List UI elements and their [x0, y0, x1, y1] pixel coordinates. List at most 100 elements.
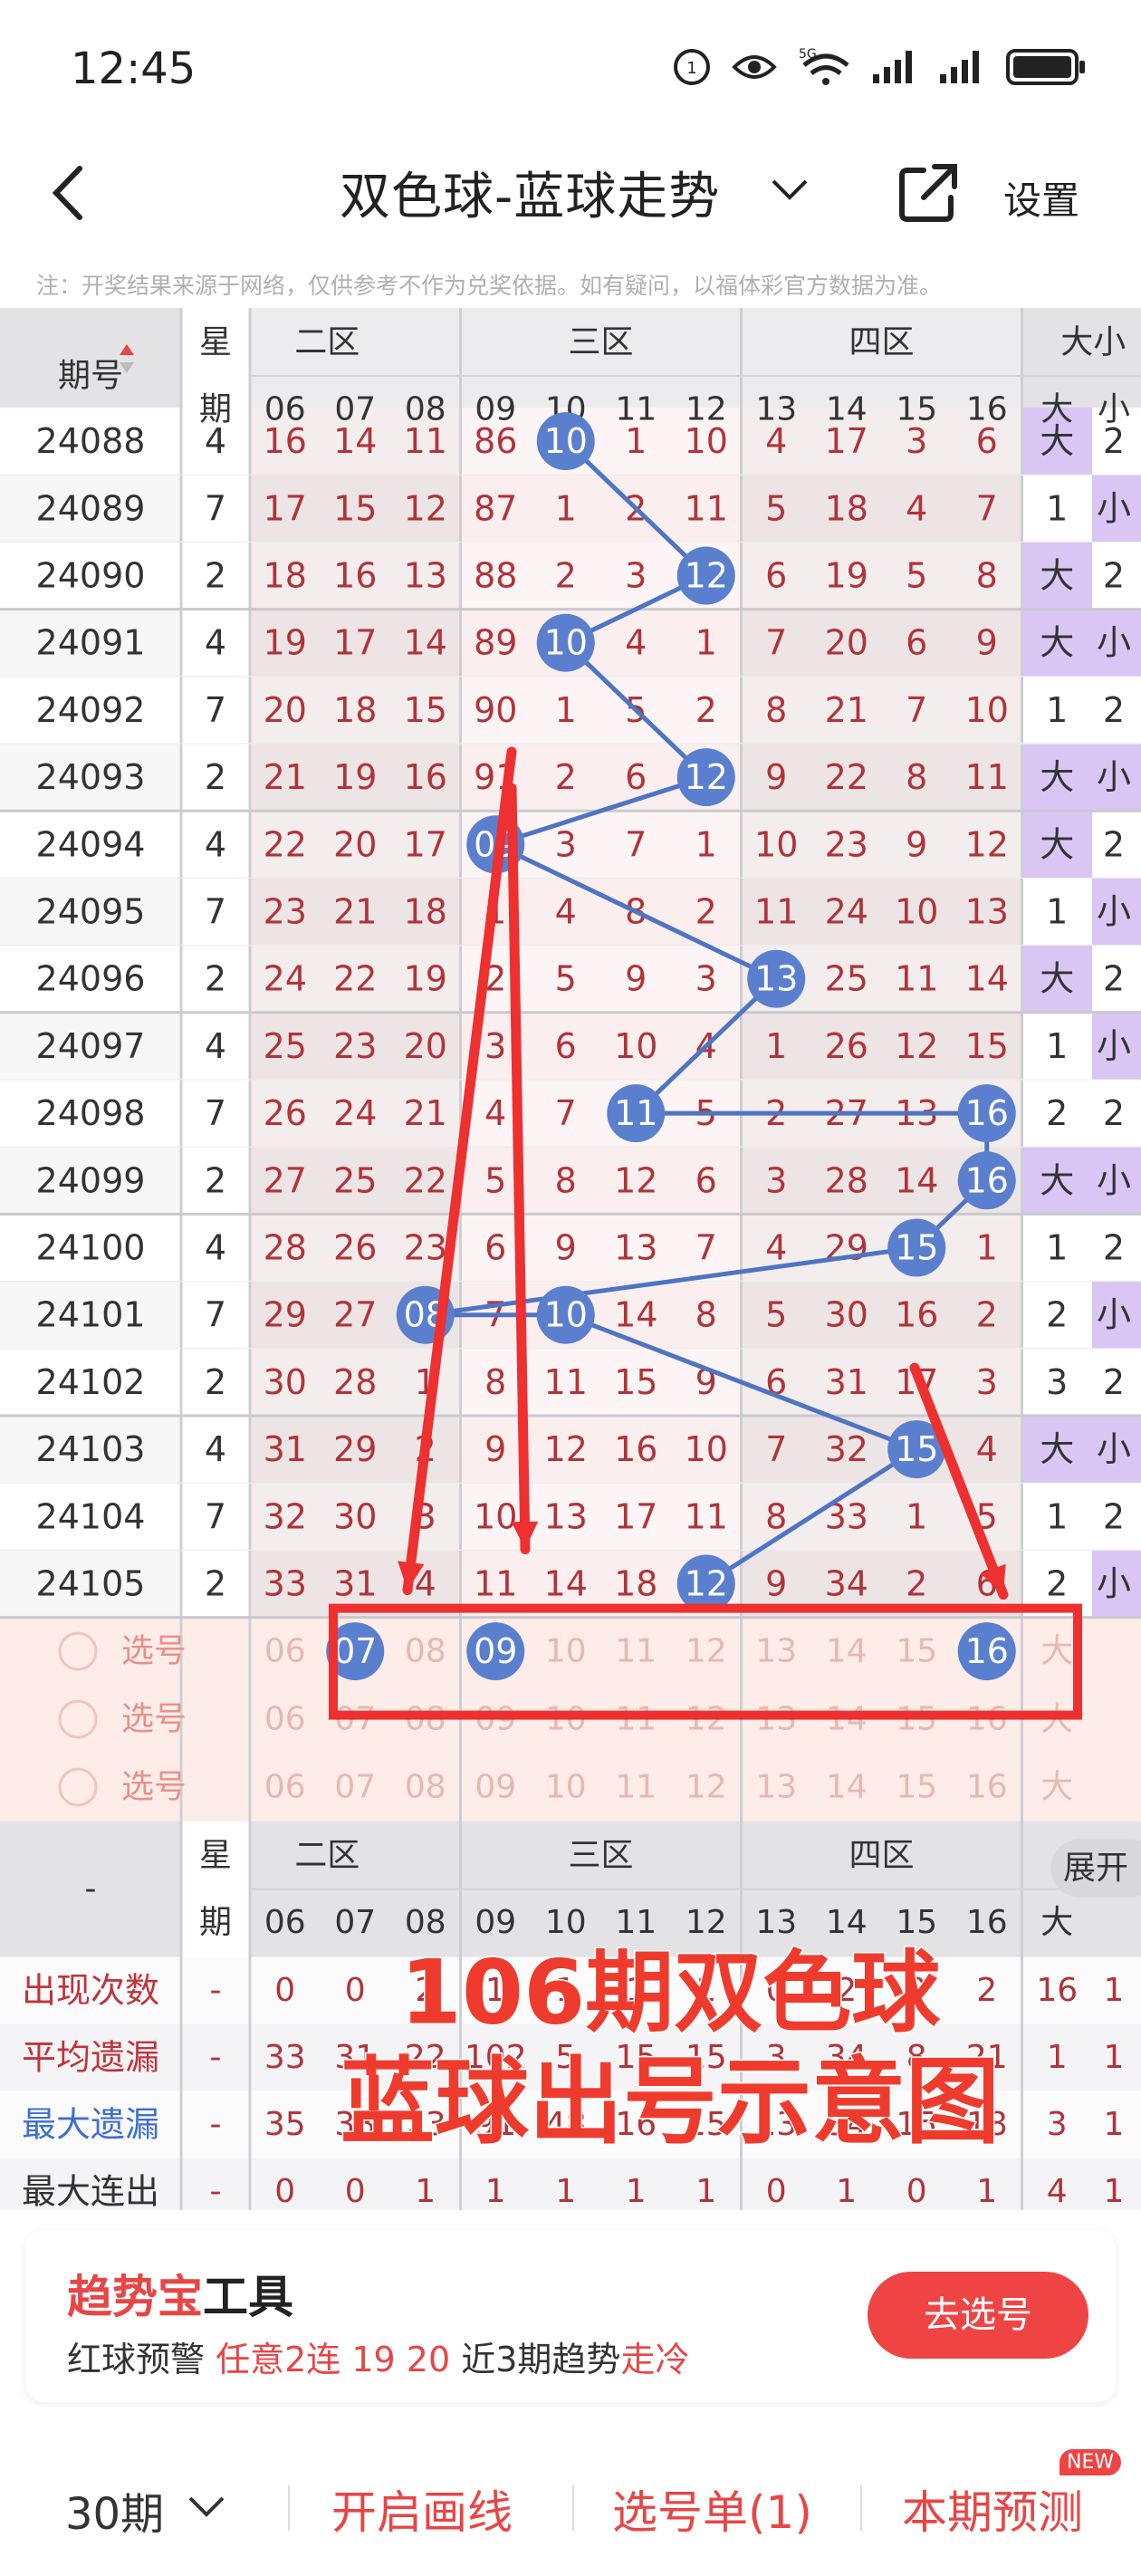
miss-count: 19: [333, 757, 377, 797]
miss-count: 11: [544, 1362, 588, 1402]
miss-count: 5: [555, 959, 577, 999]
select-number[interactable]: 06: [264, 1701, 306, 1738]
miss-count: 10: [614, 1026, 657, 1066]
select-number[interactable]: 15: [896, 1633, 937, 1670]
miss-count: 16: [333, 556, 377, 596]
prediction-button[interactable]: 本期预测: [902, 2476, 1083, 2542]
blue-ball-trend-chart[interactable]: 期号星期二区 三区 四区 大小06 07 08 09 10 11 12 13 14 15 16 大小2408…: [0, 308, 1141, 2210]
blue-ball: 11: [607, 1084, 666, 1143]
select-number[interactable]: 16: [966, 1769, 1008, 1806]
miss-count: 18: [404, 892, 447, 932]
select-number[interactable]: 10: [545, 1769, 587, 1806]
miss-count: 18: [614, 1564, 657, 1604]
period-selector[interactable]: 30期: [65, 2478, 164, 2542]
share-icon[interactable]: [896, 161, 960, 225]
miss-count: 6: [484, 1228, 506, 1268]
issue-number: 24088: [36, 421, 146, 461]
selection-list-button[interactable]: 选号单(1): [612, 2476, 812, 2542]
miss-count: 89: [474, 623, 517, 663]
issue-number: 24090: [36, 556, 146, 596]
week-day: 7: [205, 1093, 226, 1133]
miss-count: 11: [685, 488, 728, 528]
week-day: 4: [205, 1026, 226, 1066]
select-number[interactable]: 14: [826, 1633, 868, 1670]
select-number[interactable]: 06: [264, 1769, 306, 1806]
miss-count: 8: [555, 1160, 577, 1200]
select-size-big: 大: [1040, 1633, 1073, 1670]
miss-count: 29: [264, 1295, 307, 1335]
miss-count: 5: [906, 556, 927, 596]
period-chevron-icon[interactable]: [187, 2493, 226, 2520]
select-number[interactable]: 11: [615, 1633, 657, 1670]
miss-count: 6: [695, 1160, 717, 1200]
issue-number: 24099: [36, 1160, 146, 1200]
miss-count: 12: [404, 488, 447, 528]
week-day: 7: [205, 1496, 226, 1536]
week-day: 2: [205, 1160, 226, 1200]
select-number[interactable]: 07: [334, 1769, 376, 1806]
issue-number: 24097: [36, 1026, 146, 1066]
stats-value: 1: [836, 2173, 857, 2210]
stats-column-header: 15: [896, 1904, 937, 1941]
zone-header: 四区: [849, 324, 914, 361]
size-small-cell: 2: [1103, 1093, 1125, 1133]
expand-button[interactable]: 展开: [1050, 1839, 1141, 1898]
size-small-cell: 2: [1103, 421, 1125, 461]
draw-line-button[interactable]: 开启画线: [331, 2476, 513, 2542]
page-title[interactable]: 双色球-蓝球走势: [340, 156, 720, 229]
miss-count: 18: [825, 488, 868, 528]
miss-count: 30: [264, 1362, 307, 1402]
size-small-cell: 小: [1097, 1295, 1131, 1335]
select-number[interactable]: 10: [545, 1633, 587, 1670]
select-number[interactable]: 13: [755, 1769, 797, 1806]
miss-count: 14: [965, 959, 1009, 999]
miss-count: 24: [825, 892, 868, 932]
stats-value: 0: [274, 2173, 295, 2210]
stats-size-big: 16: [1036, 1972, 1078, 2009]
issue-number: 24104: [36, 1496, 146, 1536]
select-number[interactable]: 12: [686, 1769, 727, 1806]
select-number[interactable]: 08: [405, 1769, 446, 1806]
miss-count: 17: [825, 421, 868, 461]
miss-count: 7: [765, 1429, 787, 1469]
miss-count: 10: [754, 824, 798, 864]
nav-bar: 双色球-蓝球走势 设置: [0, 136, 1141, 254]
miss-count: 10: [965, 690, 1009, 730]
miss-count: 22: [825, 757, 868, 797]
stats-column-header: 11: [615, 1904, 657, 1941]
size-cell: 1: [1046, 488, 1068, 528]
chevron-down-icon[interactable]: [770, 176, 810, 203]
miss-count: 13: [544, 1496, 588, 1536]
miss-count: 1: [906, 1496, 927, 1536]
picked-ball-number: 07: [333, 1631, 377, 1671]
select-number[interactable]: 14: [826, 1769, 868, 1806]
miss-count: 12: [614, 1160, 657, 1200]
size-cell: 大: [1040, 1160, 1074, 1200]
blue-ball-number: 11: [614, 1093, 657, 1133]
stats-value: 35: [264, 2106, 306, 2143]
select-number[interactable]: 11: [615, 1769, 657, 1806]
size-small-cell: 小: [1097, 488, 1131, 528]
back-arrow-icon[interactable]: [43, 161, 98, 225]
select-number[interactable]: 15: [896, 1769, 937, 1806]
miss-count: 3: [484, 1026, 506, 1066]
go-select-button[interactable]: 去选号: [868, 2272, 1088, 2359]
select-number[interactable]: 06: [264, 1633, 306, 1670]
size-cell: 2: [1046, 1564, 1068, 1604]
svg-text:5G: 5G: [799, 47, 817, 62]
miss-count: 23: [825, 824, 868, 864]
miss-count: 13: [614, 1228, 657, 1268]
select-number[interactable]: 09: [475, 1769, 516, 1806]
miss-count: 4: [625, 623, 647, 663]
size-cell: 大: [1040, 824, 1074, 864]
select-number[interactable]: 12: [686, 1633, 727, 1670]
blue-ball-number: 12: [685, 757, 728, 797]
miss-count: 5: [765, 488, 787, 528]
settings-button[interactable]: 设置: [1003, 170, 1079, 226]
select-number[interactable]: 13: [755, 1633, 797, 1670]
select-number[interactable]: 08: [405, 1633, 446, 1670]
issue-number: 24102: [36, 1362, 146, 1402]
stats-size-big: 3: [1047, 2106, 1068, 2143]
status-time: 12:45: [71, 43, 197, 94]
size-small-cell: 小: [1097, 1026, 1131, 1066]
